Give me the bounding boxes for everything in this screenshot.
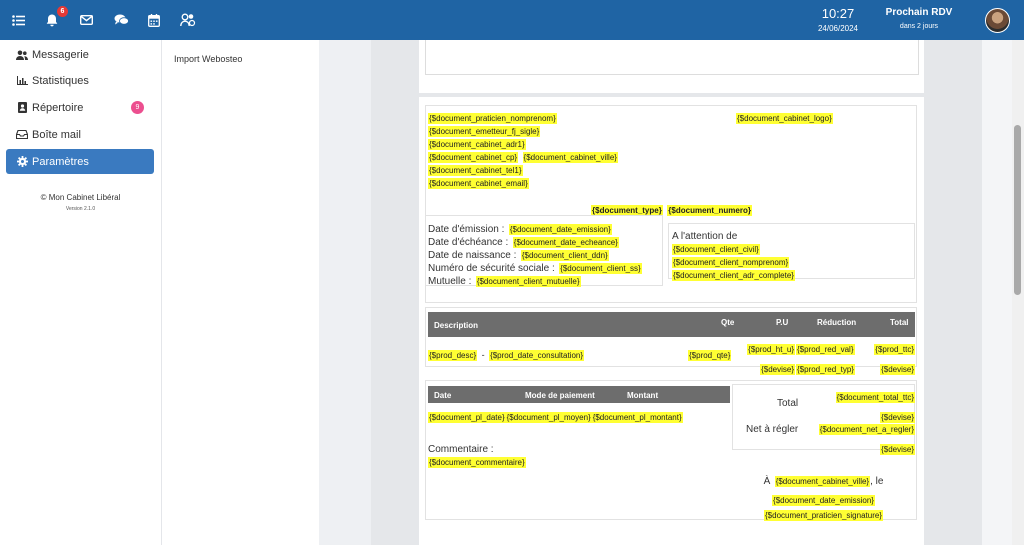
users-settings-icon[interactable] [178, 10, 198, 30]
col-date: Date [434, 391, 452, 400]
next-appointment-when: dans 2 jours [899, 23, 939, 30]
net-label: Net à régler [746, 424, 799, 435]
net-cell: {$document_net_a_regler} {$devise} [801, 419, 915, 457]
col-total: Total [890, 318, 909, 327]
sidebar-item-label: Messagerie [32, 48, 89, 61]
col-pu: P.U [776, 318, 789, 327]
chart-icon [16, 75, 28, 87]
net-a-regler: {$document_net_a_regler} [818, 424, 915, 435]
col-montant: Montant [627, 391, 659, 400]
pl-moyen: {$document_pl_moyen} [505, 412, 592, 423]
document-page: {$document_praticien_nomprenom} {$docume… [419, 97, 924, 545]
chat-bubbles-icon[interactable] [111, 10, 131, 30]
sidebar-item-statistiques[interactable]: Statistiques [6, 68, 154, 93]
sidebar-item-messagerie[interactable]: Messagerie [6, 42, 154, 67]
prod-ttc: {$prod_ttc} [874, 344, 915, 355]
sidebar-item-label: Paramètres [32, 155, 89, 168]
total-ttc: {$document_total_ttc} [835, 392, 915, 403]
count-badge: 9 [131, 101, 144, 114]
mutuelle-label: Mutuelle : [428, 276, 472, 287]
prod-red-typ: {$prod_red_typ} [796, 364, 855, 375]
menu-list-icon[interactable] [8, 10, 28, 30]
praticien-signature: {$document_praticien_signature} [764, 510, 883, 521]
scrollbar-thumb[interactable] [1014, 125, 1021, 295]
sidebar-item-boite-mail[interactable]: Boîte mail [6, 122, 154, 147]
products-table-header: Description Qte P.U Réduction Total [428, 312, 915, 337]
clock-date: 24/06/2024 [817, 24, 859, 33]
clock: 10:27 24/06/2024 [812, 6, 864, 33]
dash: - [481, 350, 485, 360]
calendar-icon[interactable] [144, 10, 164, 30]
users-icon [16, 49, 28, 61]
prod-reduction-cell: {$prod_red_val} {$prod_red_typ} [796, 339, 855, 377]
payment-row: {$document_pl_date} {$document_pl_moyen}{… [428, 407, 683, 425]
a-label: À [763, 476, 771, 487]
sidebar-item-label: Répertoire [32, 101, 84, 114]
version: Version 2.1.0 [65, 206, 96, 212]
import-webosteo-link[interactable]: Import Webosteo [174, 54, 242, 64]
client-block: A l'attention de {$document_client_civil… [672, 226, 795, 281]
col-mode-paiement: Mode de paiement [525, 391, 595, 400]
total-label: Total [777, 398, 799, 409]
document-numero: {$document_numero} [667, 205, 752, 216]
devise: {$devise} [760, 364, 795, 375]
sidebar-item-parametres[interactable]: Paramètres [6, 149, 154, 174]
client-mutuelle: {$document_client_mutuelle} [475, 276, 581, 287]
next-appointment[interactable]: Prochain RDV dans 2 jours [880, 7, 958, 30]
cabinet-logo: {$document_cabinet_logo} [736, 113, 833, 124]
sidebar-item-label: Statistiques [32, 74, 89, 87]
commentaire: {$document_commentaire} [428, 457, 526, 468]
notification-count-badge: 6 [57, 6, 68, 17]
product-desc-cell: {$prod_desc} - {$prod_date_consultation} [428, 345, 585, 363]
prod-date-consultation: {$prod_date_consultation} [489, 350, 585, 361]
devise: {$devise} [880, 364, 915, 375]
previous-page-frame [425, 40, 919, 75]
top-bar: 6 10:27 24/06/2024 Prochain RDV dans 2 j… [0, 0, 1024, 40]
clock-time: 10:27 [821, 6, 855, 21]
prod-pu-cell: {$prod_ht_u} {$devise} [738, 339, 795, 377]
place-date-block: À {$document_cabinet_ville}, le {$docume… [732, 471, 915, 508]
next-appointment-title: Prochain RDV [885, 7, 953, 18]
bell-icon[interactable]: 6 [42, 6, 68, 30]
gear-icon [16, 156, 28, 168]
cabinet-email: {$document_cabinet_email} [428, 178, 529, 189]
le-label: , le [870, 476, 884, 487]
address-book-icon [16, 102, 28, 114]
envelope-icon[interactable] [76, 10, 96, 30]
avatar[interactable] [985, 8, 1010, 33]
settings-subpanel: Import Webosteo [161, 40, 319, 545]
dates-block: Date d'émission : {$document_date_emissi… [428, 219, 642, 287]
prod-total-cell: {$prod_ttc} {$devise} [867, 339, 915, 377]
col-description: Description [434, 321, 479, 330]
inbox-icon [16, 129, 28, 141]
sidebar: Messagerie Statistiques Répertoire 9 Boî… [0, 40, 161, 545]
client-adr-complete: {$document_client_adr_complete} [672, 270, 795, 281]
prod-ht-u: {$prod_ht_u} [747, 344, 795, 355]
payments-table-header: Date Mode de paiement Montant [428, 386, 730, 403]
devise: {$devise} [880, 444, 915, 455]
cabinet-ville: {$document_cabinet_ville} [522, 152, 618, 163]
emitter-block: {$document_praticien_nomprenom} {$docume… [428, 108, 618, 189]
sidebar-item-repertoire[interactable]: Répertoire 9 [6, 95, 154, 120]
prod-desc: {$prod_desc} [428, 350, 478, 361]
pl-date: {$document_pl_date} [428, 412, 506, 423]
col-reduction: Réduction [817, 318, 857, 327]
copyright: © Mon Cabinet Libéral [40, 193, 121, 202]
prod-qte: {$prod_qte} [688, 350, 732, 361]
previous-page [419, 40, 924, 93]
pl-montant: {$document_pl_montant} [591, 412, 683, 423]
place-cabinet-ville: {$document_cabinet_ville} [774, 476, 871, 487]
prod-red-val: {$prod_red_val} [796, 344, 855, 355]
col-qte: Qte [721, 318, 735, 327]
sidebar-item-label: Boîte mail [32, 128, 81, 141]
